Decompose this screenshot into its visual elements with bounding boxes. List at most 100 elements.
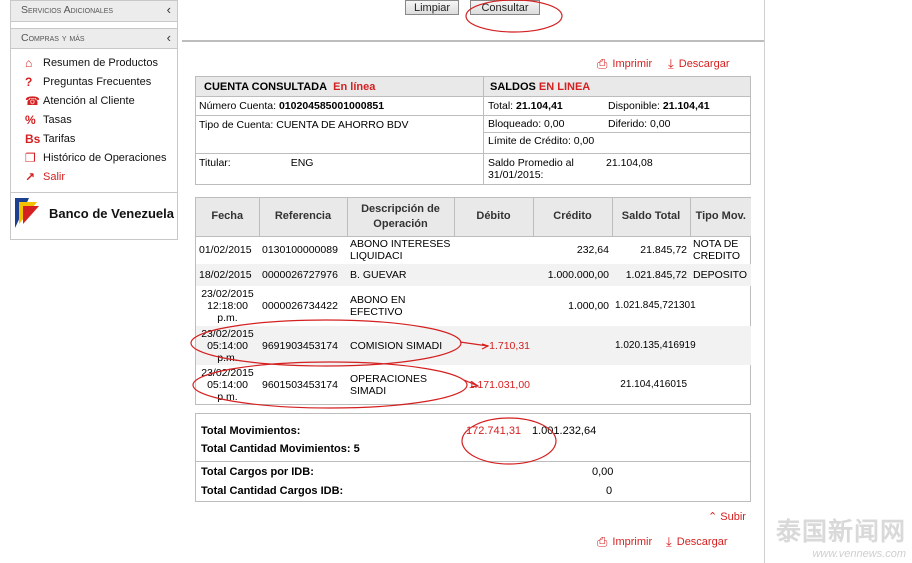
sidebar-item-salir[interactable]: ↗ Salir	[25, 167, 177, 186]
table-row: 18/02/2015 0000026727976 B. GUEVAR 1.000…	[196, 264, 751, 286]
chevron-left-icon[interactable]: ‹	[167, 2, 171, 17]
watermark-url: www.vennews.com	[812, 548, 906, 560]
sidebar-section-label: Servicios Adicionales	[21, 4, 114, 16]
exit-icon: ↗	[25, 169, 36, 184]
cell-debito	[454, 286, 533, 326]
cell-descripcion: ABONO INTERESES LIQUIDACI	[350, 238, 451, 263]
column-header-tipo[interactable]: Tipo Mov.	[690, 198, 751, 237]
cell-referencia: 0000026734422	[262, 300, 338, 312]
sidebar-item-label: Preguntas Frecuentes	[43, 75, 152, 88]
sidebar-item-label: Resumen de Productos	[43, 56, 158, 69]
watermark: 泰国新闻网 www.vennews.com	[776, 512, 912, 563]
scroll-top-link[interactable]: ⌃ Subir	[708, 510, 746, 523]
total-label: Total:	[488, 100, 514, 112]
download-icon: ⤓	[668, 56, 674, 71]
table-row: 23/02/2015 05:14:00 p.m. 9691903453174 C…	[196, 326, 751, 365]
sidebar-item-historico[interactable]: ❐ Histórico de Operaciones	[25, 148, 177, 167]
sidebar-section-compras[interactable]: Compras y más ‹	[11, 28, 177, 49]
total-idb-count-value: 0	[606, 485, 613, 497]
balances-status: EN LINEA	[538, 81, 591, 93]
sidebar-item-label: Atención al Cliente	[43, 94, 135, 107]
cell-credito	[533, 326, 612, 365]
column-header-fecha[interactable]: Fecha	[196, 198, 260, 237]
bs-icon: Bs	[25, 131, 41, 146]
avg-balance-label: Saldo Promedio al 31/01/2015:	[488, 157, 574, 181]
cell-debito	[454, 264, 533, 286]
sidebar-item-label: Histórico de Operaciones	[43, 151, 167, 164]
cell-saldo: 1.021.845,721301	[615, 300, 696, 311]
printer-icon: ⎙	[597, 56, 608, 71]
divider	[764, 0, 765, 563]
balances-title: SALDOS	[490, 81, 536, 93]
chevron-up-icon: ⌃	[708, 511, 718, 523]
cell-tipo: DEPOSITO	[690, 264, 751, 286]
bank-logo-text: Banco de Venezuela	[49, 205, 174, 221]
sidebar-item-tasas[interactable]: % Tasas	[25, 110, 177, 129]
blocked-balance: Bloqueado: 0,00	[488, 118, 565, 130]
question-icon: ?	[25, 74, 33, 89]
cell-saldo: 21.104,416015	[620, 378, 687, 390]
download-link[interactable]: ⤓ Descargar	[666, 534, 728, 550]
divider	[182, 40, 764, 42]
column-header-referencia[interactable]: Referencia	[259, 198, 348, 237]
total-movements-label: Total Movimientos:	[201, 425, 301, 437]
bank-logo: Banco de Venezuela	[11, 193, 177, 233]
download-icon: ⤓	[666, 534, 672, 549]
sidebar-item-preguntas[interactable]: ? Preguntas Frecuentes	[25, 72, 177, 91]
totals-panel: Total Movimientos: 172.741,31 1.001.232,…	[195, 413, 751, 502]
percent-icon: %	[25, 112, 36, 127]
cell-referencia: 0130100000089	[262, 244, 338, 257]
cell-fecha: 23/02/2015 05:14:00 p.m.	[201, 366, 254, 403]
column-header-debito[interactable]: Débito	[454, 198, 534, 237]
available-value: 21.104,41	[662, 100, 710, 112]
history-icon: ❐	[25, 150, 36, 165]
cell-fecha: 18/02/2015	[196, 264, 259, 286]
sidebar-item-resumen[interactable]: ⌂ Resumen de Productos	[25, 53, 177, 72]
cell-fecha: 23/02/2015 05:14:00 p.m.	[196, 326, 259, 365]
table-row: 01/02/2015 0130100000089 ABONO INTERESES…	[196, 236, 751, 264]
printer-icon: ⎙	[597, 534, 608, 549]
cell-credito	[533, 365, 612, 404]
available-label: Disponible:	[608, 100, 660, 112]
cell-fecha: 23/02/2015 12:18:00 p.m.	[201, 288, 254, 324]
query-button[interactable]: Consultar	[470, 0, 540, 15]
sidebar-item-label: Tarifas	[43, 132, 76, 145]
cell-fecha: 01/02/2015	[199, 244, 252, 257]
clear-button[interactable]: Limpiar	[405, 0, 460, 15]
cell-tipo: NOTA DE CREDITO	[693, 238, 741, 263]
cell-debito: 1.710,31	[454, 326, 533, 365]
cell-referencia: 0000026727976	[259, 264, 347, 286]
print-link[interactable]: ⎙ Imprimir	[597, 534, 652, 550]
table-row: 23/02/2015 05:14:00 p.m. 9601503453174 O…	[196, 365, 751, 404]
cell-debito: 1.171.031,00	[468, 378, 530, 391]
account-panel-header: CUENTA CONSULTADA En línea SALDOS EN LIN…	[196, 77, 750, 97]
total-value: 21.104,41	[516, 100, 563, 112]
cell-tipo	[690, 286, 751, 326]
holder-label: Titular:	[199, 157, 231, 169]
cell-credito: 1.000,00	[568, 300, 609, 312]
column-header-credito[interactable]: Crédito	[533, 198, 613, 237]
bank-logo-icon	[15, 198, 43, 228]
credit-limit: Límite de Crédito: 0,00	[488, 135, 595, 147]
account-type-label: Tipo de Cuenta:	[199, 119, 274, 131]
column-header-saldo[interactable]: Saldo Total	[612, 198, 691, 237]
cell-descripcion: ABONO EN EFECTIVO	[350, 294, 406, 318]
table-header: Fecha Referencia Descripción de Operació…	[196, 198, 751, 237]
account-status: En línea	[333, 81, 376, 93]
cell-descripcion: COMISION SIMADI	[347, 326, 454, 365]
account-panel: CUENTA CONSULTADA En línea SALDOS EN LIN…	[195, 76, 751, 185]
cell-credito: 1.000.000,00	[533, 264, 612, 286]
download-link[interactable]: ⤓ Descargar	[668, 56, 730, 72]
avg-balance-value: 21.104,08	[606, 157, 653, 169]
print-link[interactable]: ⎙ Imprimir	[597, 56, 652, 72]
sidebar-item-tarifas[interactable]: Bs Tarifas	[25, 129, 177, 148]
total-count-value: 5	[353, 443, 360, 455]
sidebar-section-servicios[interactable]: Servicios Adicionales ‹	[11, 1, 177, 22]
sidebar-item-atencion[interactable]: ☎ Atención al Cliente	[25, 91, 177, 110]
total-count-label: Total Cantidad Movimientos:	[201, 443, 351, 455]
cell-tipo	[690, 326, 751, 365]
deferred-balance: Diferido: 0,00	[608, 118, 671, 130]
chevron-left-icon[interactable]: ‹	[167, 30, 171, 45]
column-header-descripcion[interactable]: Descripción de Operación	[347, 198, 455, 237]
cell-saldo: 21.845,72	[640, 244, 687, 257]
